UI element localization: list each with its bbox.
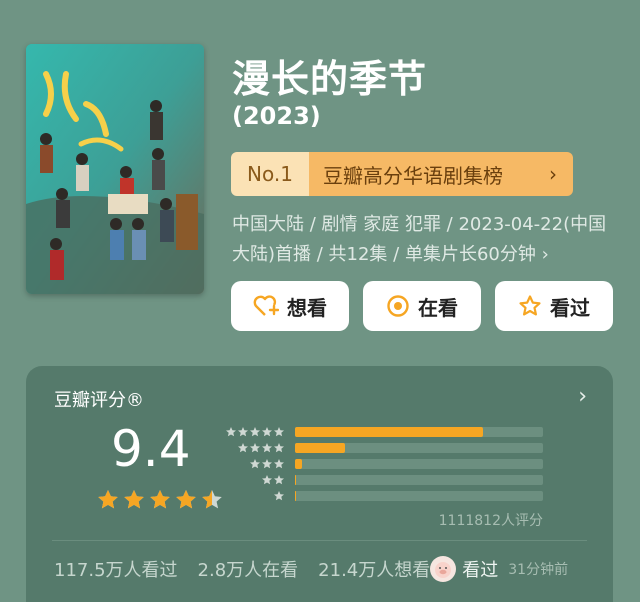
rating-stars <box>96 488 226 512</box>
pig-avatar-icon[interactable] <box>430 556 457 582</box>
distribution-row-4 <box>221 440 543 456</box>
small-star-icon <box>262 475 272 485</box>
small-star-icon <box>238 443 248 453</box>
my-status: 看过 <box>462 560 499 581</box>
show-year: (2023) <box>232 102 321 130</box>
ranking-number: No.1 <box>231 152 309 196</box>
row-stars <box>221 442 285 454</box>
chevron-right-icon[interactable]: › <box>578 384 587 409</box>
small-star-icon <box>250 427 260 437</box>
rating-count: 1111812人评分 <box>438 513 543 529</box>
watching-count[interactable]: 2.8万人在看 <box>198 556 299 582</box>
stats-bar: 117.5万人看过 2.8万人在看 21.4万人想看 看过 31分钟前 <box>54 556 587 582</box>
small-star-icon <box>274 459 284 469</box>
distribution-track <box>295 443 543 453</box>
small-star-icon <box>262 443 272 453</box>
star-icon <box>176 490 196 509</box>
row-stars <box>221 458 285 470</box>
distribution-track <box>295 427 543 437</box>
rating-label: 豆瓣评分® <box>54 390 144 411</box>
row-stars <box>221 426 285 438</box>
distribution-fill <box>295 443 345 453</box>
small-star-icon <box>274 475 284 485</box>
distribution-track <box>295 491 543 501</box>
show-meta[interactable]: 中国大陆 / 剧情 家庭 犯罪 / 2023-04-22(中国大陆)首播 / 共… <box>232 210 612 270</box>
show-title: 漫长的季节 <box>232 57 428 101</box>
watched-count[interactable]: 117.5万人看过 <box>54 556 178 582</box>
distribution-track <box>295 459 543 469</box>
rating-card[interactable]: 豆瓣评分® › 9.4 1111812人评分 117.5万人看过 2.8万人在看… <box>26 366 613 602</box>
small-star-icon <box>250 443 260 453</box>
ranking-list-name: 豆瓣高分华语剧集榜 <box>323 163 503 188</box>
distribution-fill <box>295 491 296 501</box>
rating-distribution <box>221 424 543 504</box>
wish-count[interactable]: 21.4万人想看 <box>318 556 430 582</box>
distribution-fill <box>295 475 297 485</box>
star-outline-icon <box>518 294 542 318</box>
small-star-icon <box>274 443 284 453</box>
distribution-row-2 <box>221 472 543 488</box>
status-time: 31分钟前 <box>508 562 569 578</box>
distribution-track <box>295 475 543 485</box>
distribution-row-1 <box>221 488 543 504</box>
poster-illustration <box>26 44 204 294</box>
star-icon <box>124 490 144 509</box>
small-star-icon <box>250 459 260 469</box>
poster-image[interactable] <box>26 44 204 294</box>
small-star-icon <box>274 491 284 501</box>
divider <box>52 540 587 541</box>
small-star-icon <box>226 427 236 437</box>
watching-label: 在看 <box>418 295 458 320</box>
want-label: 想看 <box>287 295 327 320</box>
ranking-list: 豆瓣高分华语剧集榜 › <box>309 152 573 196</box>
meta-text: 中国大陆 / 剧情 家庭 犯罪 / 2023-04-22(中国大陆)首播 / 共… <box>232 214 607 265</box>
heart-plus-icon <box>253 294 279 318</box>
star-icon <box>98 490 118 509</box>
chevron-right-icon: › <box>549 162 557 186</box>
target-icon <box>386 294 410 318</box>
watched-label: 看过 <box>550 295 590 320</box>
distribution-fill <box>295 427 484 437</box>
row-stars <box>221 490 285 502</box>
want-button[interactable]: 想看 <box>231 281 349 331</box>
small-star-icon <box>238 427 248 437</box>
watched-button[interactable]: 看过 <box>495 281 613 331</box>
small-star-icon <box>262 459 272 469</box>
row-stars <box>221 474 285 486</box>
star-icon <box>150 490 170 509</box>
chevron-right-icon: › <box>541 244 549 265</box>
distribution-row-5 <box>221 424 543 440</box>
watching-button[interactable]: 在看 <box>363 281 481 331</box>
distribution-fill <box>295 459 303 469</box>
distribution-row-3 <box>221 456 543 472</box>
small-star-icon <box>262 427 272 437</box>
small-star-icon <box>274 427 284 437</box>
rating-score: 9.4 <box>111 420 191 478</box>
ranking-badge[interactable]: No.1 豆瓣高分华语剧集榜 › <box>231 152 573 196</box>
